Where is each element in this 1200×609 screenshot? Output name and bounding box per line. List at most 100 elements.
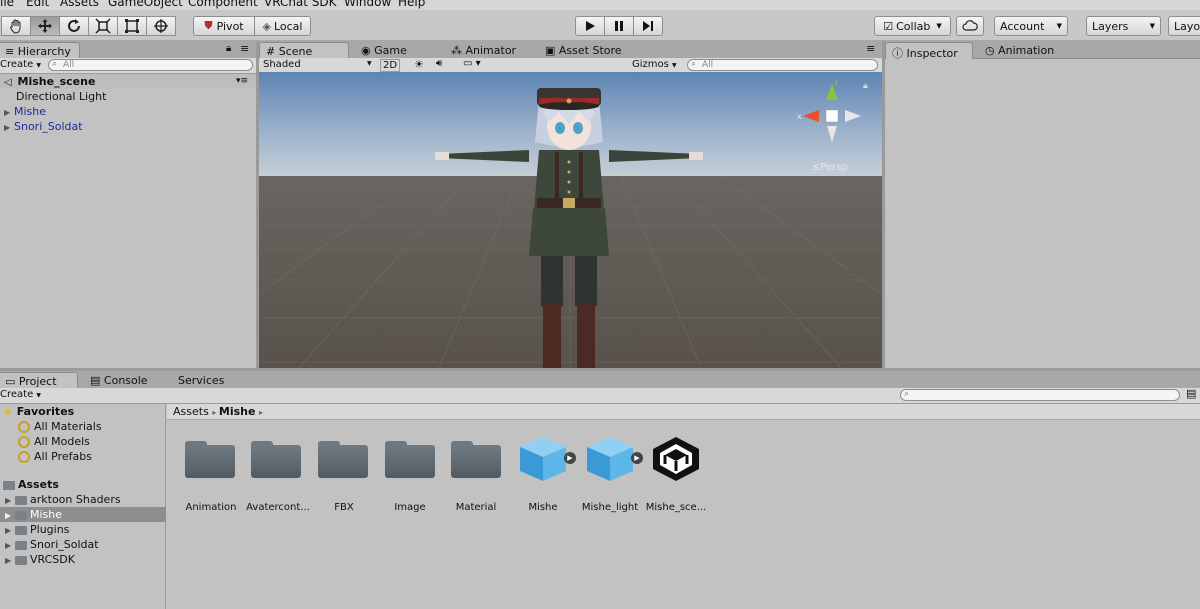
asset-item[interactable]: Animation [176, 435, 246, 513]
create-dropdown[interactable]: Create ▼ [0, 389, 41, 400]
rect-tool-button[interactable] [117, 16, 147, 36]
2d-toggle[interactable]: 2D [380, 59, 400, 72]
tab-inspector[interactable]: ⓘ Inspector [885, 42, 973, 60]
tab-hierarchy[interactable]: ≡ Hierarchy [0, 42, 80, 59]
shading-dropdown[interactable]: Shaded ▼ [263, 59, 373, 72]
expand-arrow-icon[interactable]: ▶ [5, 523, 15, 538]
asset-item[interactable]: Image [375, 435, 445, 513]
scene-viewport[interactable]: y x ≤Persp 🔒︎ [259, 72, 882, 368]
tab-game[interactable]: ◉ Game [355, 42, 413, 59]
account-dropdown[interactable]: Account ▼ [994, 16, 1068, 36]
expand-arrow-icon[interactable]: ▶ [5, 538, 15, 553]
pivot-toggle[interactable]: ⛊ Pivot [193, 16, 255, 36]
light-icon[interactable]: ☀ [414, 58, 424, 71]
unity-scene-icon [653, 437, 699, 481]
project-search-input[interactable] [900, 389, 1180, 401]
move-tool-button[interactable] [30, 16, 60, 36]
tab-services[interactable]: Services [172, 372, 230, 389]
asset-grid: Animation Avatercont... FBX Image Materi… [167, 421, 1200, 609]
scene-menu-icon[interactable]: ▾≡ [236, 74, 248, 89]
asset-folder-item[interactable]: ▶ VRCSDK [5, 552, 75, 567]
folder-label: arktoon Shaders [30, 493, 121, 506]
scene-row[interactable]: ◁ Mishe_scene ▾≡ [0, 74, 256, 89]
collab-dropdown[interactable]: ☑ Collab ▼ [874, 16, 951, 36]
menu-assets[interactable]: Assets [60, 0, 99, 9]
prefab-cube-icon [520, 437, 566, 481]
favorite-item[interactable]: All Prefabs [18, 449, 92, 464]
tab-asset-store[interactable]: ▣ Asset Store [539, 42, 628, 59]
panel-menu-icon[interactable]: ≡ [866, 42, 875, 55]
search-filter-icon[interactable]: ▤ [1186, 387, 1196, 400]
menu-file[interactable]: ile [0, 0, 14, 9]
expand-arrow-icon[interactable]: ▶ [5, 508, 15, 523]
tab-project[interactable]: ▭ Project [0, 372, 78, 389]
perspective-label[interactable]: ≤Persp [812, 162, 848, 173]
tab-console[interactable]: ▤ Console [84, 372, 154, 389]
menu-help[interactable]: Help [398, 0, 425, 9]
favorite-item[interactable]: All Models [18, 434, 90, 449]
asset-item[interactable]: FBX [309, 435, 379, 513]
breadcrumb-mishe[interactable]: Mishe [219, 405, 256, 418]
lock-icon[interactable]: 🔒︎ [863, 81, 868, 91]
assets-header[interactable]: Assets [3, 477, 59, 492]
hierarchy-search-input[interactable]: All [48, 59, 253, 71]
step-button[interactable] [633, 16, 663, 36]
expand-arrow-icon[interactable]: ▶ [5, 553, 15, 568]
local-toggle[interactable]: ◈ Local [254, 16, 311, 36]
expand-arrow-icon[interactable]: ▶ [4, 105, 14, 120]
layers-dropdown[interactable]: Layers ▼ [1086, 16, 1161, 36]
asset-folder-item[interactable]: ▶ Plugins [5, 522, 69, 537]
lock-icon[interactable]: 🔒︎ [226, 43, 231, 54]
scale-icon [95, 18, 111, 34]
inspector-panel [885, 59, 1200, 369]
pause-button[interactable] [604, 16, 634, 36]
favorites-header[interactable]: ★ Favorites [3, 404, 74, 419]
scale-tool-button[interactable] [88, 16, 118, 36]
audio-icon[interactable]: 🔊︎ [436, 58, 442, 69]
image-effects-icon[interactable]: ▭ ▾ [463, 58, 481, 69]
rotate-tool-button[interactable] [59, 16, 89, 36]
panel-menu-icon[interactable]: ≡ [240, 42, 249, 55]
asset-item[interactable]: ▶ Mishe_light [575, 435, 645, 513]
hierarchy-item-label: Mishe [14, 105, 47, 118]
asset-folder-item-selected[interactable]: ▶ Mishe [0, 507, 166, 522]
menu-component[interactable]: Component [188, 0, 258, 9]
tab-animation[interactable]: ◷ Animation [979, 42, 1060, 59]
menu-edit[interactable]: Edit [26, 0, 49, 9]
hierarchy-item[interactable]: Directional Light [16, 89, 106, 104]
asset-label: Animation [185, 502, 237, 513]
hierarchy-item[interactable]: ▶ Snori_Soldat [4, 119, 83, 134]
tab-animator[interactable]: ⁂ Animator [445, 42, 522, 59]
hierarchy-panel: ◁ Mishe_scene ▾≡ Directional Light ▶ Mish… [0, 74, 256, 368]
expand-arrow-icon[interactable]: ▶ [4, 120, 14, 135]
create-dropdown[interactable]: Create ▼ [0, 59, 41, 70]
cloud-button[interactable] [956, 16, 984, 36]
favorite-item[interactable]: All Materials [18, 419, 102, 434]
breadcrumb-assets[interactable]: Assets [173, 405, 209, 418]
gizmos-dropdown[interactable]: Gizmos ▼ [632, 59, 677, 70]
scene-orientation-gizmo[interactable]: y x [797, 78, 867, 148]
hierarchy-item[interactable]: ▶ Mishe [4, 104, 46, 119]
menu-window[interactable]: Window [344, 0, 391, 9]
tab-scene[interactable]: # Scene [259, 42, 349, 59]
expand-arrow-icon[interactable]: ▶ [5, 493, 15, 508]
menu-gameobject[interactable]: GameObject [108, 0, 183, 9]
step-icon [643, 21, 653, 31]
project-tabbar: ▭ Project ▤ Console Services [0, 371, 1200, 389]
asset-item[interactable]: Mishe_sce... [641, 435, 711, 513]
layout-dropdown[interactable]: Layo [1168, 16, 1200, 36]
character-model[interactable] [429, 72, 709, 368]
scene-search-input[interactable]: All [687, 59, 878, 71]
hand-tool-button[interactable] [1, 16, 31, 36]
play-button[interactable] [575, 16, 605, 36]
asset-item[interactable]: Material [441, 435, 511, 513]
transform-tool-button[interactable] [146, 16, 176, 36]
asset-folder-item[interactable]: ▶ Snori_Soldat [5, 537, 99, 552]
gizmos-label: Gizmos [632, 59, 669, 70]
folder-icon [15, 495, 27, 505]
menu-vrchat-sdk[interactable]: VRChat SDK [264, 0, 337, 9]
asset-item[interactable]: Avatercont... [243, 435, 313, 513]
asset-item[interactable]: ▶ Mishe [508, 435, 578, 513]
asset-folder-item[interactable]: ▶ arktoon Shaders [5, 492, 121, 507]
tab-console-label: Console [103, 374, 148, 387]
